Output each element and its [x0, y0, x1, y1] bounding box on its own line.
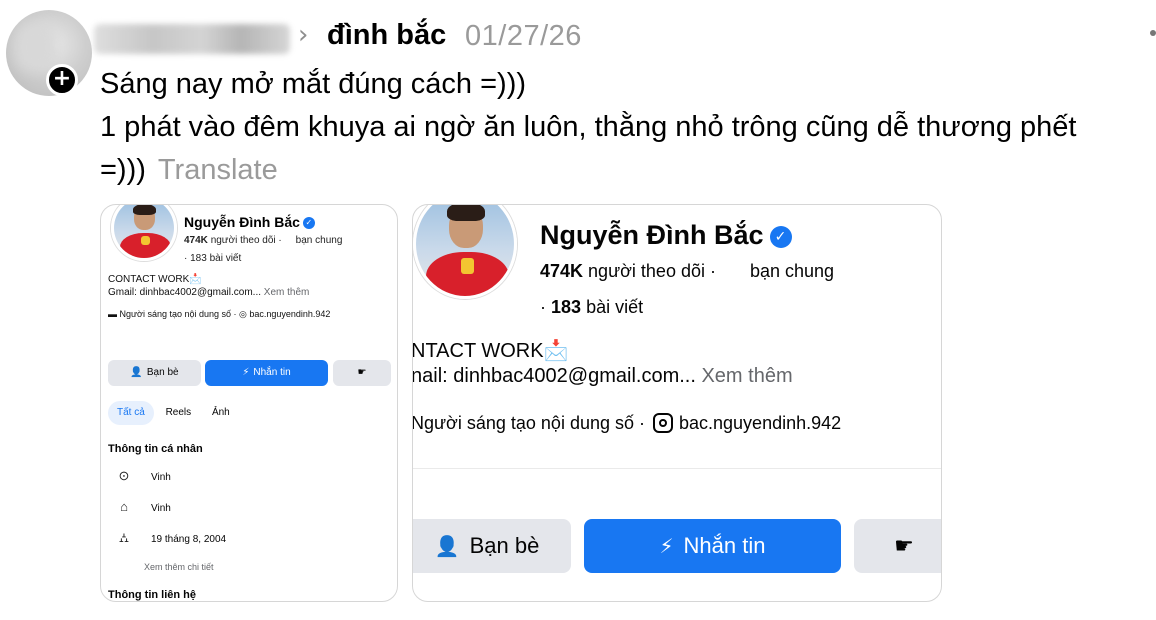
poke-hand-icon: ☛ [357, 367, 367, 378]
tab-photos: Ảnh [211, 407, 230, 418]
friends-button: 👤 Bạn bè [413, 519, 571, 573]
birthday-cake-icon: ⛼ [118, 530, 130, 545]
attached-image-profile-zoomed[interactable]: Nguyễn Đình Bắc ✓ 474K người theo dõi · bạ… [412, 204, 942, 602]
friend-check-icon: 👤 [434, 534, 460, 558]
personal-info-title: Thông tin cá nhân [108, 443, 203, 455]
follow-plus-icon[interactable]: + [46, 64, 78, 96]
profile-photo [413, 205, 517, 299]
attached-image-profile-full[interactable]: Nguyễn Đình Bắc ✓ 474K người theo dõi · b… [100, 204, 398, 602]
info-birthday: ⛼ 19 tháng 8, 2004 [115, 531, 226, 547]
posts-count: · 183 bài viết [184, 253, 242, 264]
bio-gmail: Gmail: dinhbac4002@gmail.com... Xem thêm [108, 287, 310, 298]
post-text-tail: =))) [100, 154, 146, 186]
bio-contact: CONTACT WORK📩 [108, 274, 202, 285]
post-text-line: =))) Translate [100, 149, 1145, 192]
message-button: ⚡ Nhắn tin [205, 360, 328, 386]
verified-badge-icon: ✓ [769, 225, 792, 248]
bio-contact: NTACT WORK📩 [412, 340, 569, 362]
post-text-line: 1 phát vào đêm khuya ai ngờ ăn luôn, thằ… [100, 111, 1077, 143]
profile-tabs: Tất cả Reels Ảnh [108, 401, 239, 425]
profile-name: Nguyễn Đình Bắc ✓ [184, 213, 315, 231]
post-body: Sáng nay mở mắt đúng cách =))) 1 phát và… [100, 63, 1145, 192]
info-hometown: ⌂ Vinh [115, 500, 171, 516]
location-pin-icon: ⊙ [118, 468, 130, 483]
post-date: 01/27/26 [465, 20, 582, 52]
poke-button: ☛ [333, 360, 391, 386]
profile-name: Nguyễn Đình Bắc ✓ [540, 219, 792, 251]
contact-info-title: Thông tin liên hệ [108, 589, 196, 601]
messenger-icon: ⚡ [659, 534, 674, 558]
followers-count: 474K người theo dõi · bạn chung [184, 235, 343, 246]
see-more-details: Xem thêm chi tiết [144, 562, 214, 572]
info-location: ⊙ Vinh [115, 469, 171, 485]
poke-hand-icon: ☛ [894, 533, 914, 558]
poke-button: ☛ [854, 519, 941, 573]
author-username-blurred[interactable] [94, 24, 290, 54]
reply-to-username[interactable]: đình bắc [327, 18, 446, 52]
followers-count: 474K người theo dõi · bạn chung [540, 261, 835, 281]
friends-button: 👤 Bạn bè [108, 360, 201, 386]
creator-line: ▬ Người sáng tạo nội dung số · ◎ bac.ngu… [108, 309, 331, 319]
message-button: ⚡ Nhắn tin [584, 519, 841, 573]
tab-all: Tất cả [108, 401, 154, 425]
profile-photo [111, 205, 177, 261]
posts-count: · 183 bài viết [540, 297, 644, 317]
friend-check-icon: 👤 [130, 367, 143, 378]
translate-link[interactable]: Translate [158, 154, 278, 186]
messenger-icon: ⚡ [242, 367, 250, 378]
instagram-icon [653, 413, 673, 433]
home-icon: ⌂ [120, 499, 128, 514]
divider [413, 468, 941, 469]
creator-line: Người sáng tạo nội dung số · bac.nguyendi… [412, 413, 842, 433]
bio-gmail: nail: dinhbac4002@gmail.com... Xem thêm [412, 365, 793, 387]
chevron-right-icon: › [298, 20, 309, 50]
tab-reels: Reels [165, 407, 192, 418]
verified-badge-icon: ✓ [302, 217, 315, 230]
more-options-icon[interactable] [1150, 30, 1156, 36]
post-text-line: Sáng nay mở mắt đúng cách =))) [100, 68, 527, 100]
